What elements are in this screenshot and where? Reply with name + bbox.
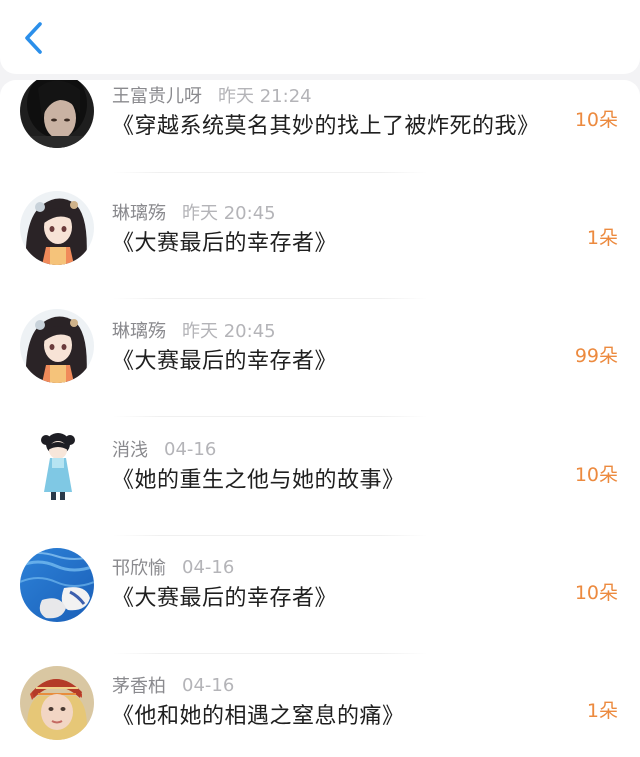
timestamp: 昨天 20:45 bbox=[182, 321, 276, 342]
back-button[interactable] bbox=[14, 18, 54, 58]
divider bbox=[112, 298, 428, 299]
book-title[interactable]: 《大赛最后的幸存者》 bbox=[112, 345, 337, 379]
gift-count: 1朵 bbox=[586, 700, 618, 722]
avatar[interactable] bbox=[20, 80, 94, 148]
divider bbox=[112, 416, 428, 417]
timestamp: 04-16 bbox=[182, 556, 235, 578]
gift-count: 10朵 bbox=[574, 464, 618, 486]
sender-name[interactable]: 邗欣愉 bbox=[112, 554, 166, 580]
list-item[interactable]: 邗欣愉 04-16 《大赛最后的幸存者》 10朵 bbox=[0, 548, 640, 666]
book-title[interactable]: 《他和她的相遇之窒息的痛》 bbox=[112, 700, 405, 734]
gift-count: 10朵 bbox=[574, 109, 618, 131]
divider bbox=[112, 535, 428, 536]
list-item[interactable]: 消浅 04-16 《她的重生之他与她的故事》 10朵 bbox=[0, 428, 640, 548]
sender-name[interactable]: 琳璃殇 bbox=[112, 199, 166, 225]
divider bbox=[112, 172, 428, 173]
list-item[interactable]: 琳璃殇 昨天 20:45 《大赛最后的幸存者》 1朵 bbox=[0, 191, 640, 311]
timestamp: 昨天 20:45 bbox=[182, 203, 276, 224]
book-title[interactable]: 《她的重生之他与她的故事》 bbox=[112, 464, 405, 498]
timestamp: 04-16 bbox=[182, 674, 235, 696]
sender-name[interactable]: 茅香柏 bbox=[112, 672, 166, 698]
gift-count: 1朵 bbox=[586, 227, 618, 249]
avatar[interactable] bbox=[20, 548, 94, 622]
timestamp: 04-16 bbox=[164, 438, 217, 460]
top-bar bbox=[0, 0, 640, 74]
avatar[interactable] bbox=[20, 428, 94, 502]
gift-count: 10朵 bbox=[574, 582, 618, 604]
sender-name[interactable]: 王富贵儿呀 bbox=[112, 82, 202, 108]
book-title[interactable]: 《穿越系统莫名其妙的找上了被炸死的我》 bbox=[112, 110, 540, 144]
sender-name[interactable]: 琳璃殇 bbox=[112, 317, 166, 343]
list-item[interactable]: 王富贵儿呀 昨天 21:24 《穿越系统莫名其妙的找上了被炸死的我》 10朵 bbox=[0, 80, 640, 198]
book-title[interactable]: 《大赛最后的幸存者》 bbox=[112, 227, 337, 261]
avatar[interactable] bbox=[20, 309, 94, 383]
divider bbox=[112, 653, 428, 654]
book-title[interactable]: 《大赛最后的幸存者》 bbox=[112, 582, 337, 616]
gift-record-list: 王富贵儿呀 昨天 21:24 《穿越系统莫名其妙的找上了被炸死的我》 10朵 琳… bbox=[0, 80, 640, 757]
list-item[interactable]: 琳璃殇 昨天 20:45 《大赛最后的幸存者》 99朵 bbox=[0, 309, 640, 429]
list-item[interactable]: 茅香柏 04-16 《他和她的相遇之窒息的痛》 1朵 bbox=[0, 666, 640, 757]
avatar[interactable] bbox=[20, 666, 94, 740]
gift-count: 99朵 bbox=[574, 345, 618, 367]
chevron-left-icon bbox=[25, 22, 42, 54]
sender-name[interactable]: 消浅 bbox=[112, 436, 148, 462]
avatar[interactable] bbox=[20, 191, 94, 265]
timestamp: 昨天 21:24 bbox=[218, 86, 312, 107]
